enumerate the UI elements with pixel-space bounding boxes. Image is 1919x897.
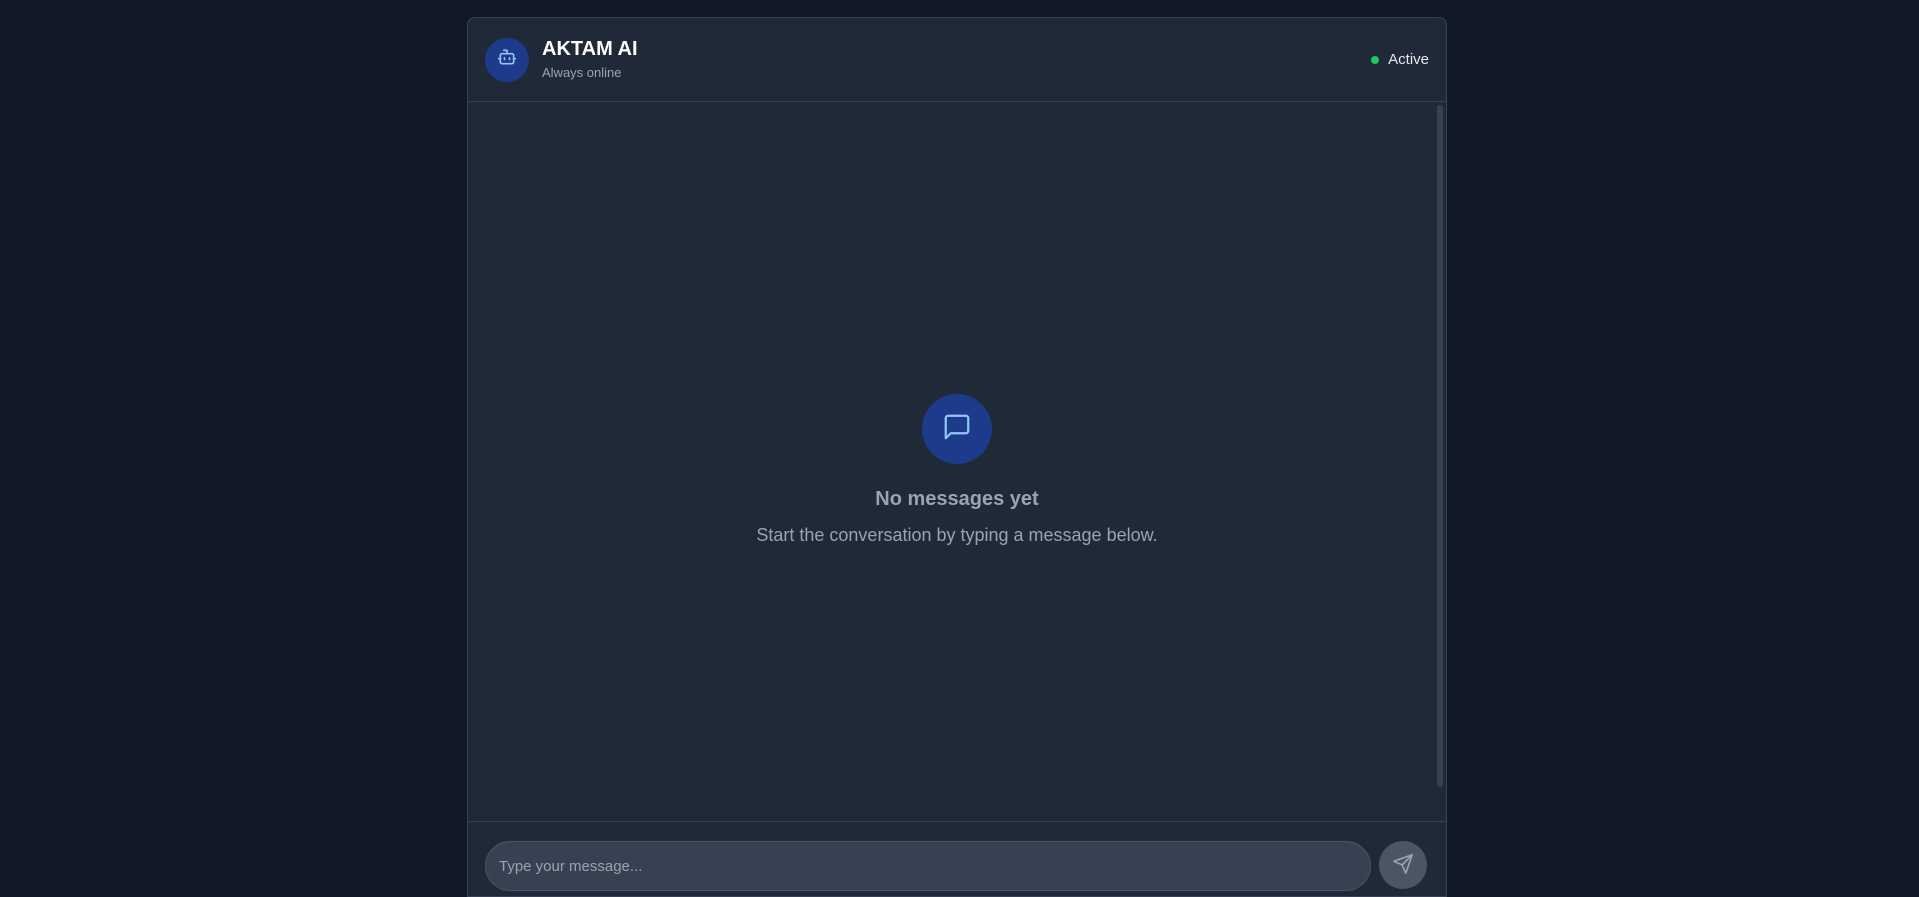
status-label: Active [1388, 51, 1429, 68]
message-composer [468, 823, 1446, 896]
bot-name: AKTAM AI [542, 38, 638, 60]
bot-avatar [485, 37, 529, 82]
send-button[interactable] [1379, 841, 1427, 889]
chat-header: AKTAM AI Always online Active [468, 18, 1446, 102]
empty-state-description: Start the conversation by typing a messa… [756, 525, 1158, 545]
empty-state-title: No messages yet [875, 488, 1039, 510]
header-text: AKTAM AI Always online [542, 37, 638, 82]
empty-state: No messages yet Start the conversation b… [468, 394, 1446, 547]
bot-icon [497, 47, 517, 72]
message-square-icon [942, 412, 972, 447]
send-icon [1392, 853, 1414, 878]
status-indicator: Active [1371, 51, 1429, 68]
bot-subtitle: Always online [542, 65, 622, 80]
status-dot [1371, 55, 1380, 64]
empty-state-icon-circle [922, 394, 992, 464]
message-list[interactable]: No messages yet Start the conversation b… [468, 103, 1446, 822]
chat-window: AKTAM AI Always online Active No message… [467, 17, 1447, 897]
